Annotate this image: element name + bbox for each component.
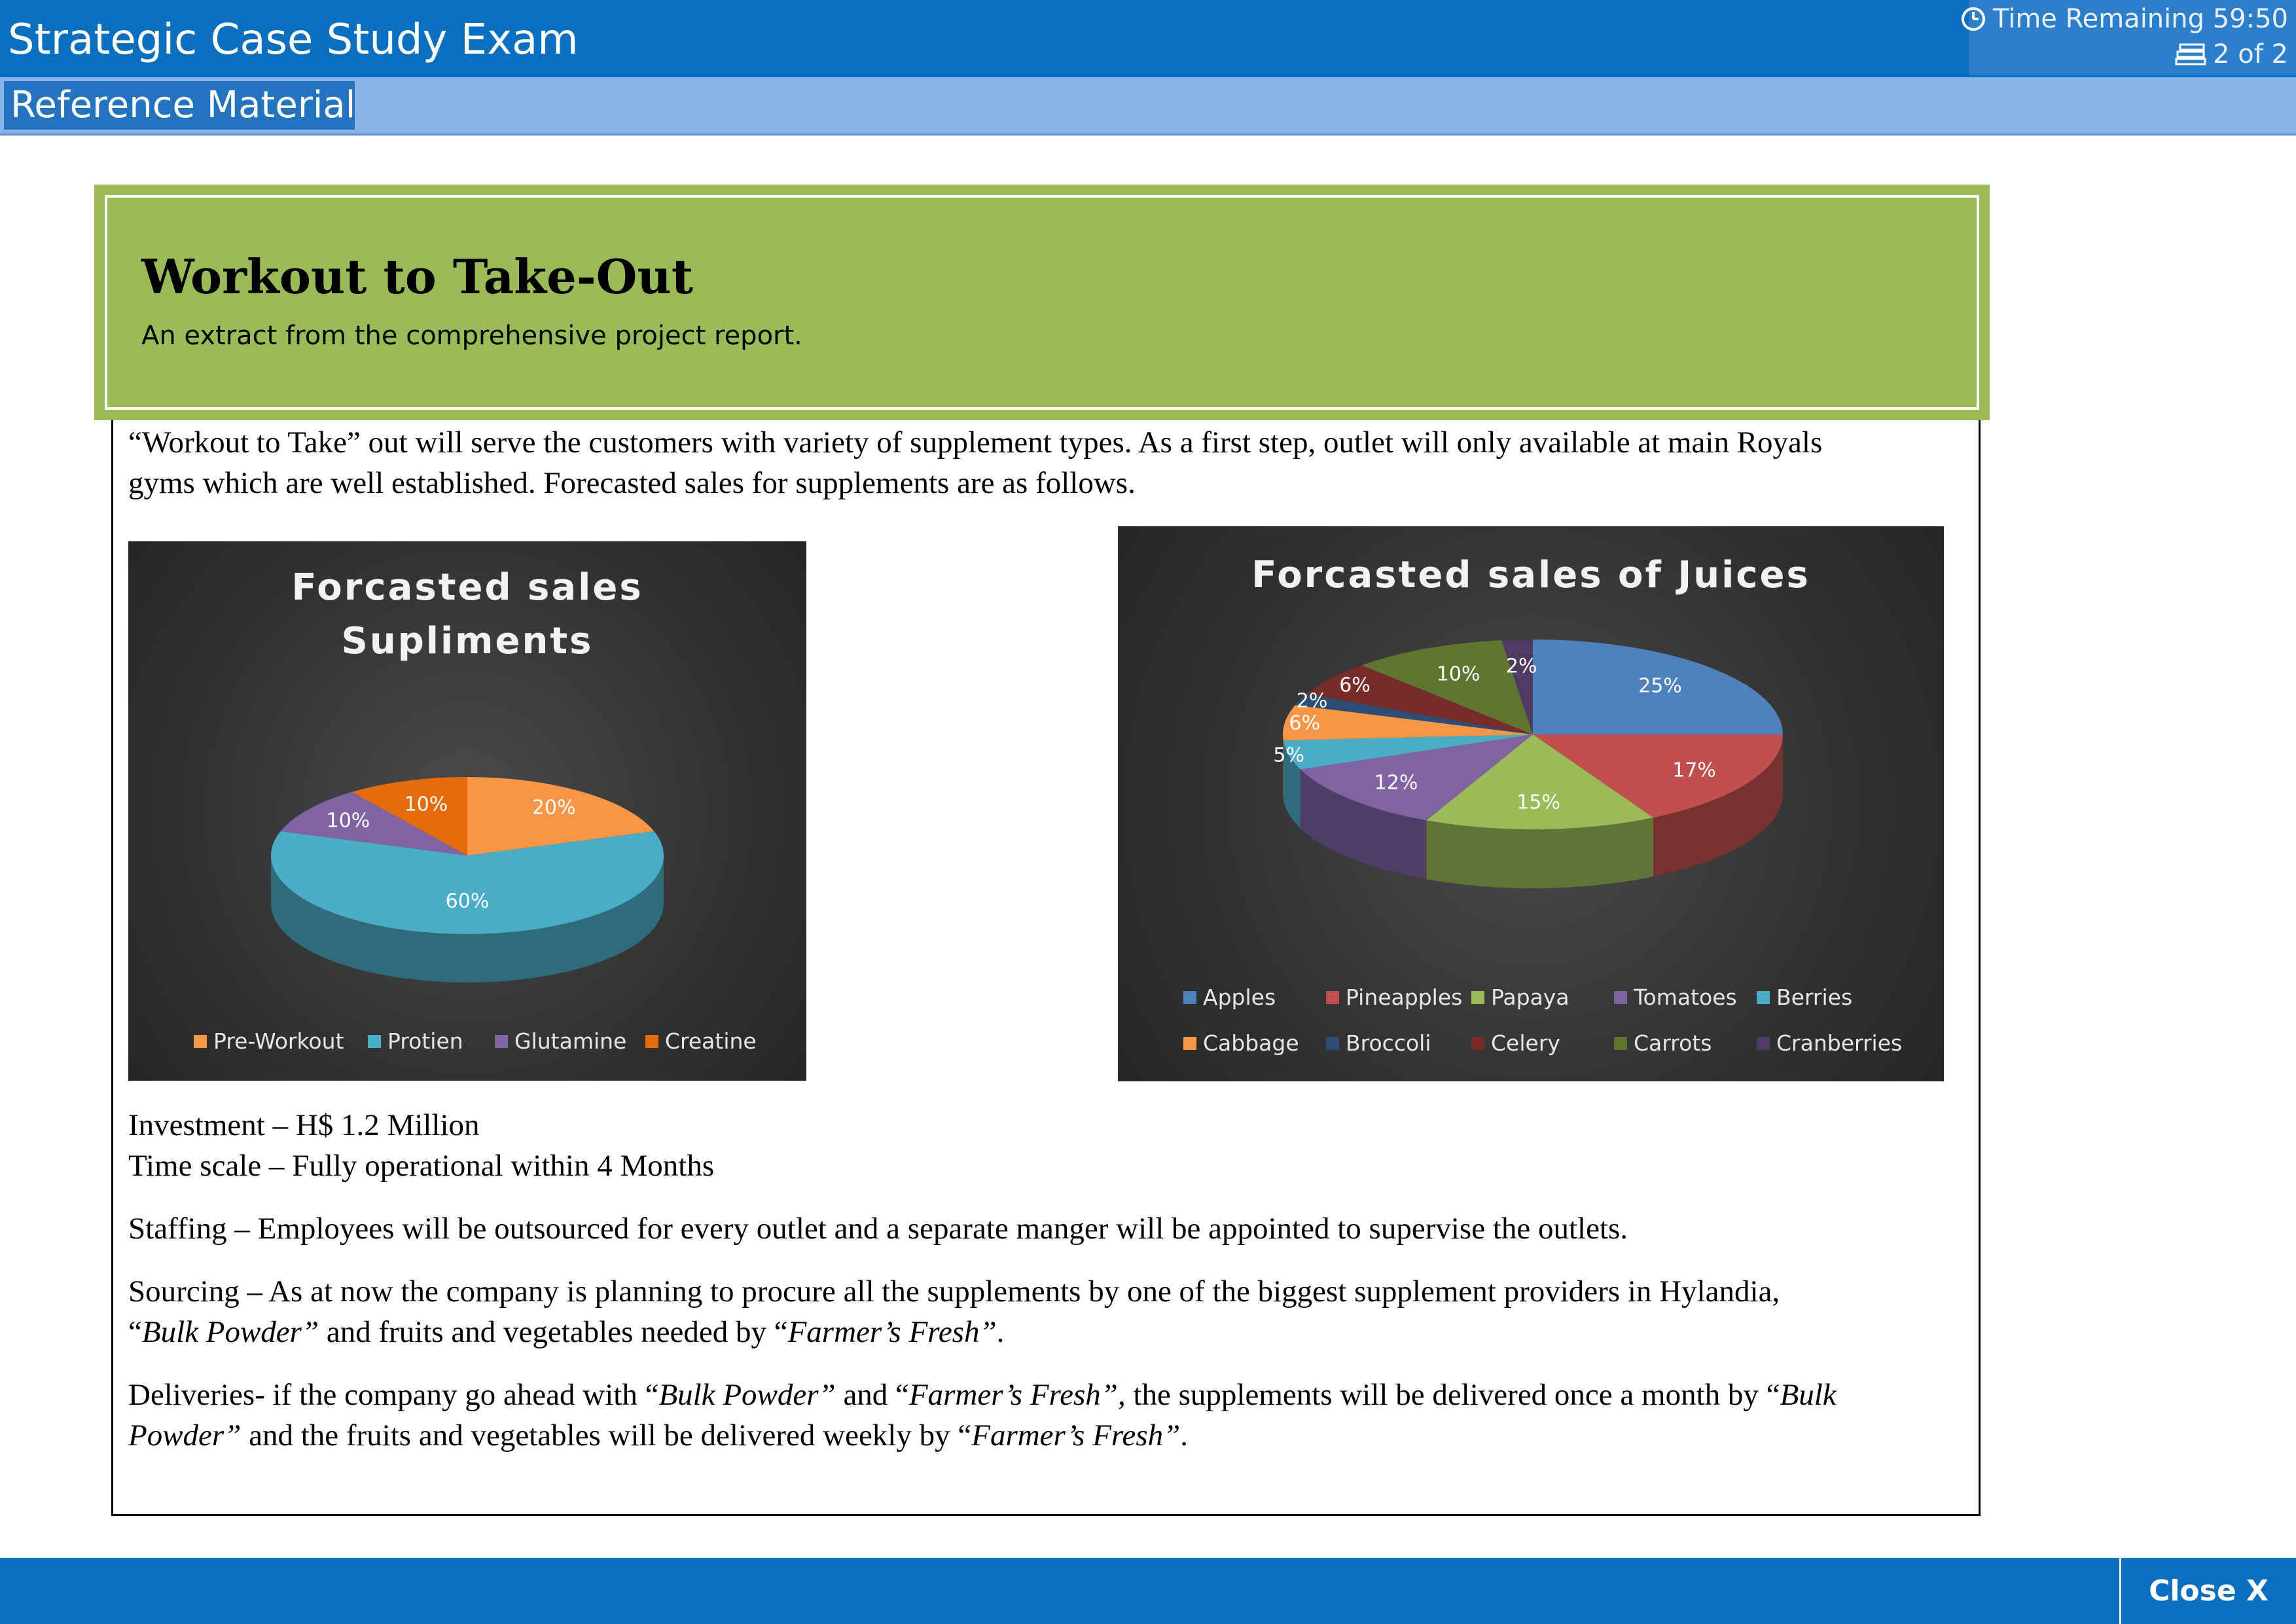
text-segment: . — [996, 1315, 1005, 1349]
text-segment-italic: Bulk Powder” — [658, 1378, 836, 1412]
legend-label: Cabbage — [1203, 1030, 1299, 1056]
timescale-text: Time scale – Fully operational within 4 … — [128, 1149, 715, 1183]
legend-label: Creatine — [665, 1028, 757, 1054]
text-segment-italic: Bulk — [1780, 1378, 1837, 1412]
intro-line-2: gyms which are well established. Forecas… — [128, 466, 1136, 500]
legend-swatch — [1614, 1036, 1627, 1050]
pages-icon — [2175, 43, 2206, 65]
legend-item: Celery — [1471, 1030, 1560, 1056]
document-subtitle: An extract from the comprehensive projec… — [141, 321, 802, 351]
legend-item: Tomatoes — [1614, 984, 1737, 1010]
legend-label: Tomatoes — [1634, 984, 1737, 1010]
page-text: 2 of 2 — [2213, 39, 2288, 69]
legend-item: Carrots — [1614, 1030, 1712, 1056]
legend-swatch — [194, 1034, 207, 1048]
legend-item: Berries — [1757, 984, 1852, 1010]
clock-icon — [1962, 7, 1985, 31]
data-label: 10% — [326, 809, 370, 833]
data-label: 6% — [1339, 674, 1371, 697]
legend-item: Broccoli — [1326, 1030, 1431, 1056]
legend-label: Papaya — [1491, 984, 1570, 1010]
legend-item: Pre-Workout — [194, 1028, 344, 1054]
text-segment-italic: Farmer’s Fresh”, — [908, 1378, 1126, 1412]
supplements-chart: Forcasted sales Supliments 20% 60% 10% 10% … — [128, 541, 806, 1081]
legend-swatch — [1326, 990, 1339, 1004]
legend-label: Protien — [387, 1028, 463, 1054]
data-label: 20% — [531, 796, 576, 820]
timer: Time Remaining 59:50 — [1960, 4, 2288, 34]
legend-item: Creatine — [645, 1028, 757, 1054]
data-label: 25% — [1638, 674, 1682, 698]
text-segment: Deliveries- if the company go ahead with… — [128, 1378, 659, 1412]
data-label: 5% — [1273, 744, 1304, 767]
legend-label: Berries — [1776, 984, 1853, 1010]
legend-item: Glutamine — [495, 1028, 626, 1054]
text-segment: . — [1180, 1418, 1189, 1453]
legend-swatch — [1757, 1036, 1770, 1050]
legend-swatch — [1757, 990, 1770, 1004]
sourcing-line-2: “Bulk Powder” and fruits and vegetables … — [128, 1312, 1974, 1352]
data-label: 2% — [1505, 655, 1537, 678]
footer-bar: Close X — [0, 1558, 2296, 1624]
legend-swatch — [645, 1034, 658, 1048]
legend-label: Cranberries — [1776, 1030, 1903, 1056]
legend-label: Glutamine — [514, 1028, 627, 1054]
tab-reference-material[interactable]: Reference Material — [4, 81, 355, 130]
legend-swatch — [1183, 990, 1196, 1004]
legend-label: Carrots — [1634, 1030, 1712, 1056]
legend-label: Broccoli — [1346, 1030, 1431, 1056]
juices-chart: Forcasted sales of Juices 25% 17% 15% 12% 5%… — [1118, 526, 1944, 1081]
intro-line-1: “Workout to Take” out will serve the cus… — [128, 425, 1823, 460]
text-segment: and “ — [835, 1378, 909, 1412]
data-label: 17% — [1672, 759, 1716, 782]
status-panel: Time Remaining 59:50 2 of 2 — [1962, 0, 2296, 75]
legend-label: Pineapples — [1346, 984, 1463, 1010]
title-bar: Strategic Case Study Exam Time Remaining… — [0, 0, 2296, 77]
legend-label: Apples — [1203, 984, 1276, 1010]
legend-item: Cabbage — [1183, 1030, 1299, 1056]
sourcing-line-1: Sourcing – As at now the company is plan… — [128, 1274, 1780, 1308]
data-label: 2% — [1296, 689, 1328, 713]
legend-label: Pre-Workout — [213, 1028, 344, 1054]
data-label: 6% — [1289, 712, 1321, 735]
data-label: 15% — [1516, 791, 1560, 814]
deliveries-line-2: Powder” and the fruits and vegetables wi… — [128, 1415, 1974, 1456]
data-label: 60% — [445, 890, 490, 913]
deliveries-line-1: Deliveries- if the company go ahead with… — [128, 1375, 1974, 1415]
investment-text: Investment – H$ 1.2 Million — [128, 1108, 480, 1142]
data-label: 10% — [404, 793, 448, 816]
text-segment: the supplements will be delivered once a… — [1125, 1378, 1780, 1412]
legend-item: Protien — [368, 1028, 463, 1054]
page-indicator: 2 of 2 — [2175, 39, 2288, 69]
legend-item: Apples — [1183, 984, 1276, 1010]
legend-swatch — [368, 1034, 381, 1048]
legend-swatch — [1471, 1036, 1484, 1050]
legend-swatch — [495, 1034, 508, 1048]
text-segment-italic: Farmer’s Fresh” — [787, 1315, 997, 1349]
text-segment: and fruits and vegetables needed by “ — [319, 1315, 788, 1349]
text-segment: and the fruits and vegetables will be de… — [241, 1418, 972, 1453]
legend-swatch — [1471, 990, 1484, 1004]
supplements-pie — [271, 777, 664, 983]
legend-label: Celery — [1491, 1030, 1560, 1056]
legend-swatch — [1326, 1036, 1339, 1050]
close-button[interactable]: Close X — [2119, 1558, 2296, 1624]
document-title: Workout to Take-Out — [141, 249, 694, 304]
legend-item: Pineapples — [1326, 984, 1462, 1010]
staffing-text: Staffing – Employees will be outsourced … — [128, 1212, 1628, 1246]
legend-item: Papaya — [1471, 984, 1570, 1010]
text-segment: “ — [128, 1315, 142, 1349]
text-segment-italic: Powder” — [128, 1418, 242, 1453]
data-label: 10% — [1436, 662, 1480, 686]
timer-text: Time Remaining 59:50 — [1993, 4, 2288, 34]
text-segment-italic: Bulk Powder” — [141, 1315, 319, 1349]
app-title: Strategic Case Study Exam — [8, 16, 579, 64]
legend-item: Cranberries — [1757, 1030, 1902, 1056]
tab-bar: Reference Material — [0, 77, 2296, 135]
text-segment-italic: Farmer’s Fresh” — [971, 1418, 1181, 1453]
data-label: 12% — [1374, 771, 1418, 795]
legend-swatch — [1614, 990, 1627, 1004]
legend-swatch — [1183, 1036, 1196, 1050]
